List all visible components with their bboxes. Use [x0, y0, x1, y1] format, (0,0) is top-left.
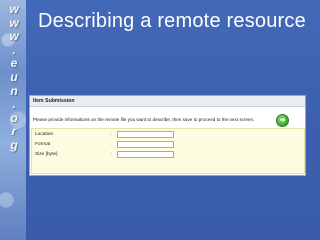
form-header: Item Submission	[30, 96, 305, 107]
size-input[interactable]	[117, 151, 174, 158]
side-letter: w	[9, 2, 19, 16]
form-fields-area: Location : Format : Size [byte] :	[31, 128, 305, 174]
form-instructions: Please provide informations on the remot…	[33, 117, 255, 122]
side-letter: .	[12, 42, 16, 57]
side-letter: e	[10, 56, 18, 71]
side-letter: o	[10, 110, 18, 125]
side-letter: u	[10, 69, 18, 84]
side-letter: .	[12, 97, 16, 112]
arrow-right-icon: ➜	[279, 117, 286, 124]
format-separator: :	[111, 142, 113, 147]
decorative-side-strip: w w w . e u n . o r g	[0, 0, 26, 240]
location-label: Location	[35, 132, 54, 137]
side-letter: g	[10, 137, 18, 152]
format-label: Format	[35, 142, 51, 147]
format-input[interactable]	[117, 141, 174, 148]
location-separator: :	[111, 132, 113, 137]
side-letter: r	[11, 124, 17, 139]
location-input[interactable]	[117, 131, 174, 138]
size-separator: :	[111, 152, 113, 157]
proceed-button[interactable]: ➜	[276, 114, 289, 127]
item-submission-form: Item Submission Please provide informati…	[29, 95, 306, 176]
slide-title: Describing a remote resource	[38, 10, 306, 32]
side-letter: n	[10, 83, 18, 98]
field-row-size: Size [byte] :	[32, 150, 304, 160]
size-label: Size [byte]	[35, 152, 58, 157]
field-row-format: Format :	[32, 140, 304, 150]
side-letter: w	[9, 15, 19, 30]
field-row-location: Location :	[32, 130, 304, 140]
side-url-text: w w w . e u n . o r g	[7, 2, 21, 153]
side-letter: w	[9, 29, 19, 44]
